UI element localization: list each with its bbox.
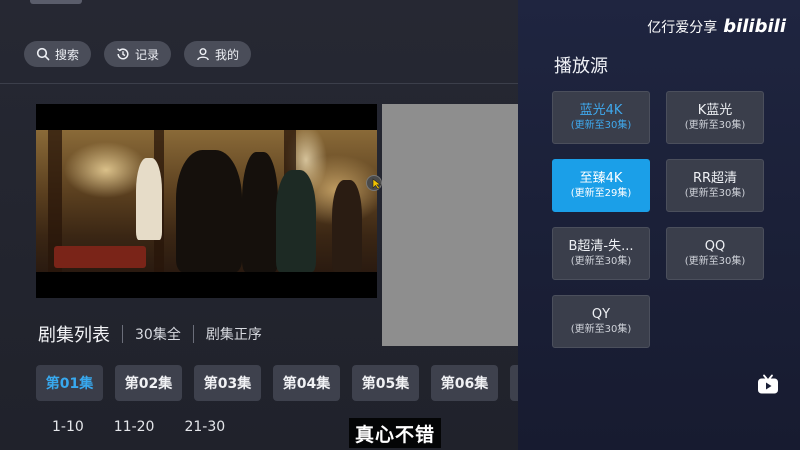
video-subtitle: 真心不错	[349, 418, 442, 448]
mine-button[interactable]: 我的	[184, 41, 252, 67]
source-name: B超清-失...	[568, 239, 634, 254]
header-divider	[0, 83, 518, 84]
episode-total: 30集全	[135, 327, 181, 343]
history-button[interactable]: 记录	[104, 41, 172, 67]
source-name: QQ	[704, 239, 726, 254]
source-card-7[interactable]: QY (更新至30集)	[552, 295, 650, 348]
source-card-1[interactable]: 蓝光4K (更新至30集)	[552, 91, 650, 144]
next-preview-panel[interactable]	[382, 104, 518, 346]
episode-button-06[interactable]: 第06集	[431, 365, 498, 401]
source-episodes: (更新至29集)	[570, 188, 632, 199]
episode-list-header: 剧集列表 30集全 剧集正序	[38, 321, 262, 347]
search-icon	[36, 47, 50, 61]
video-player[interactable]	[36, 104, 377, 298]
header-separator	[122, 325, 123, 343]
mine-label: 我的	[215, 47, 240, 62]
episode-button-05[interactable]: 第05集	[352, 365, 419, 401]
source-episodes: (更新至30集)	[570, 324, 632, 335]
source-card-4[interactable]: RR超清 (更新至30集)	[666, 159, 764, 212]
source-episodes: (更新至30集)	[684, 120, 746, 131]
episode-button-01[interactable]: 第01集	[36, 365, 103, 401]
episode-list-title: 剧集列表	[38, 325, 110, 346]
source-grid: 蓝光4K (更新至30集) K蓝光 (更新至30集) 至臻4K (更新至29集)…	[552, 91, 764, 348]
watermark-text: 亿行爱分享	[647, 19, 718, 36]
top-nav: 搜索 记录 我的	[24, 41, 252, 67]
user-icon	[197, 48, 209, 61]
range-tab-2[interactable]: 11-20	[114, 419, 155, 435]
source-episodes: (更新至30集)	[684, 256, 746, 267]
video-frame	[36, 130, 377, 272]
range-tab-3[interactable]: 21-30	[184, 419, 225, 435]
header-separator	[192, 325, 194, 343]
top-tab-stub	[30, 0, 82, 4]
source-episodes: (更新至30集)	[684, 188, 746, 199]
source-episodes: (更新至30集)	[570, 256, 632, 267]
source-card-2[interactable]: K蓝光 (更新至30集)	[666, 91, 764, 144]
source-name: K蓝光	[697, 103, 733, 118]
source-card-3[interactable]: 至臻4K (更新至29集)	[552, 159, 650, 212]
range-tab-1[interactable]: 1-10	[52, 419, 84, 435]
source-panel-title: 播放源	[554, 56, 608, 77]
episode-order-toggle[interactable]: 剧集正序	[206, 324, 262, 344]
source-name: RR超清	[692, 171, 738, 186]
episode-row: 第01集 第02集 第03集 第04集 第05集 第06集	[36, 365, 518, 401]
episode-button-03[interactable]: 第03集	[194, 365, 261, 401]
search-label: 搜索	[55, 47, 80, 62]
episode-button-02[interactable]: 第02集	[115, 365, 182, 401]
episode-button-07-partial[interactable]	[510, 365, 518, 401]
search-button[interactable]: 搜索	[24, 41, 92, 67]
app-main: 搜索 记录 我的 剧集列表 30集全 剧集正序 第01集 第02集 第03集 第…	[0, 0, 518, 450]
source-name: 蓝光4K	[579, 103, 623, 118]
source-name: 至臻4K	[579, 171, 623, 186]
pointer-icon	[372, 178, 382, 190]
history-icon	[117, 48, 129, 60]
source-episodes: (更新至30集)	[570, 120, 632, 131]
source-card-6[interactable]: QQ (更新至30集)	[666, 227, 764, 280]
history-label: 记录	[135, 47, 160, 62]
source-name: QY	[591, 307, 611, 322]
episode-button-04[interactable]: 第04集	[273, 365, 340, 401]
episode-range-tabs: 1-10 11-20 21-30	[52, 419, 225, 435]
source-panel: 亿行爱分享 bilibili 播放源 蓝光4K (更新至30集) K蓝光 (更新…	[518, 0, 800, 450]
source-card-5[interactable]: B超清-失... (更新至30集)	[552, 227, 650, 280]
tv-icon[interactable]	[756, 373, 780, 397]
bilibili-logo: bilibili	[723, 16, 786, 37]
watermark: 亿行爱分享 bilibili	[647, 16, 786, 37]
